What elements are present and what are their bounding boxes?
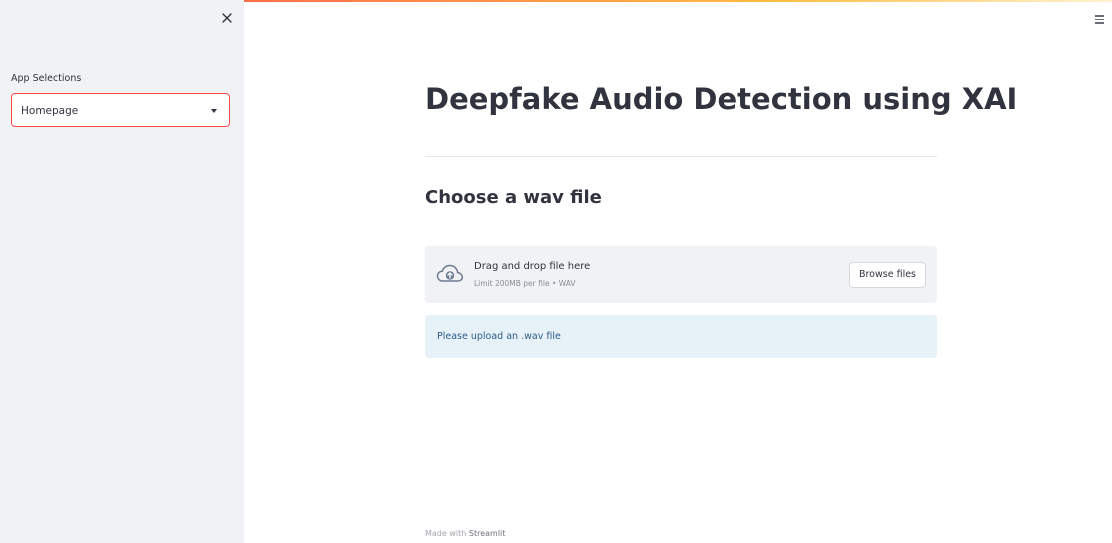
close-icon (222, 13, 232, 23)
upload-section-heading: Choose a wav file (425, 187, 602, 208)
app-root: App Selections Homepage Deepfake Audio D… (0, 0, 1112, 543)
app-selections-label: App Selections (11, 73, 82, 84)
app-selection-value: Homepage (21, 105, 79, 117)
app-selection-dropdown[interactable]: Homepage (11, 93, 230, 127)
info-message: Please upload an .wav file (437, 331, 561, 342)
file-uploader-dropzone[interactable]: Drag and drop file here Limit 200MB per … (425, 246, 937, 303)
divider (425, 156, 937, 157)
main-menu-button[interactable] (1093, 12, 1107, 26)
hamburger-menu-icon (1095, 15, 1104, 17)
streamlit-link[interactable]: Streamlit (469, 529, 506, 538)
dropzone-instructions: Drag and drop file here (474, 261, 591, 272)
footer-prefix: Made with (425, 529, 467, 538)
hamburger-menu-icon-line (1095, 18, 1104, 20)
footer: Made with Streamlit (425, 529, 505, 538)
info-alert: Please upload an .wav file (425, 315, 937, 358)
browse-files-button[interactable]: Browse files (848, 262, 926, 288)
hamburger-menu-icon-line (1095, 22, 1104, 24)
cloud-upload-icon (436, 264, 464, 282)
sidebar-close-button[interactable] (217, 8, 237, 28)
file-limit-text: Limit 200MB per file • WAV (474, 279, 576, 288)
page-title: Deepfake Audio Detection using XAI (425, 82, 1018, 116)
caret-down-icon (211, 109, 217, 113)
sidebar: App Selections Homepage (0, 0, 244, 543)
